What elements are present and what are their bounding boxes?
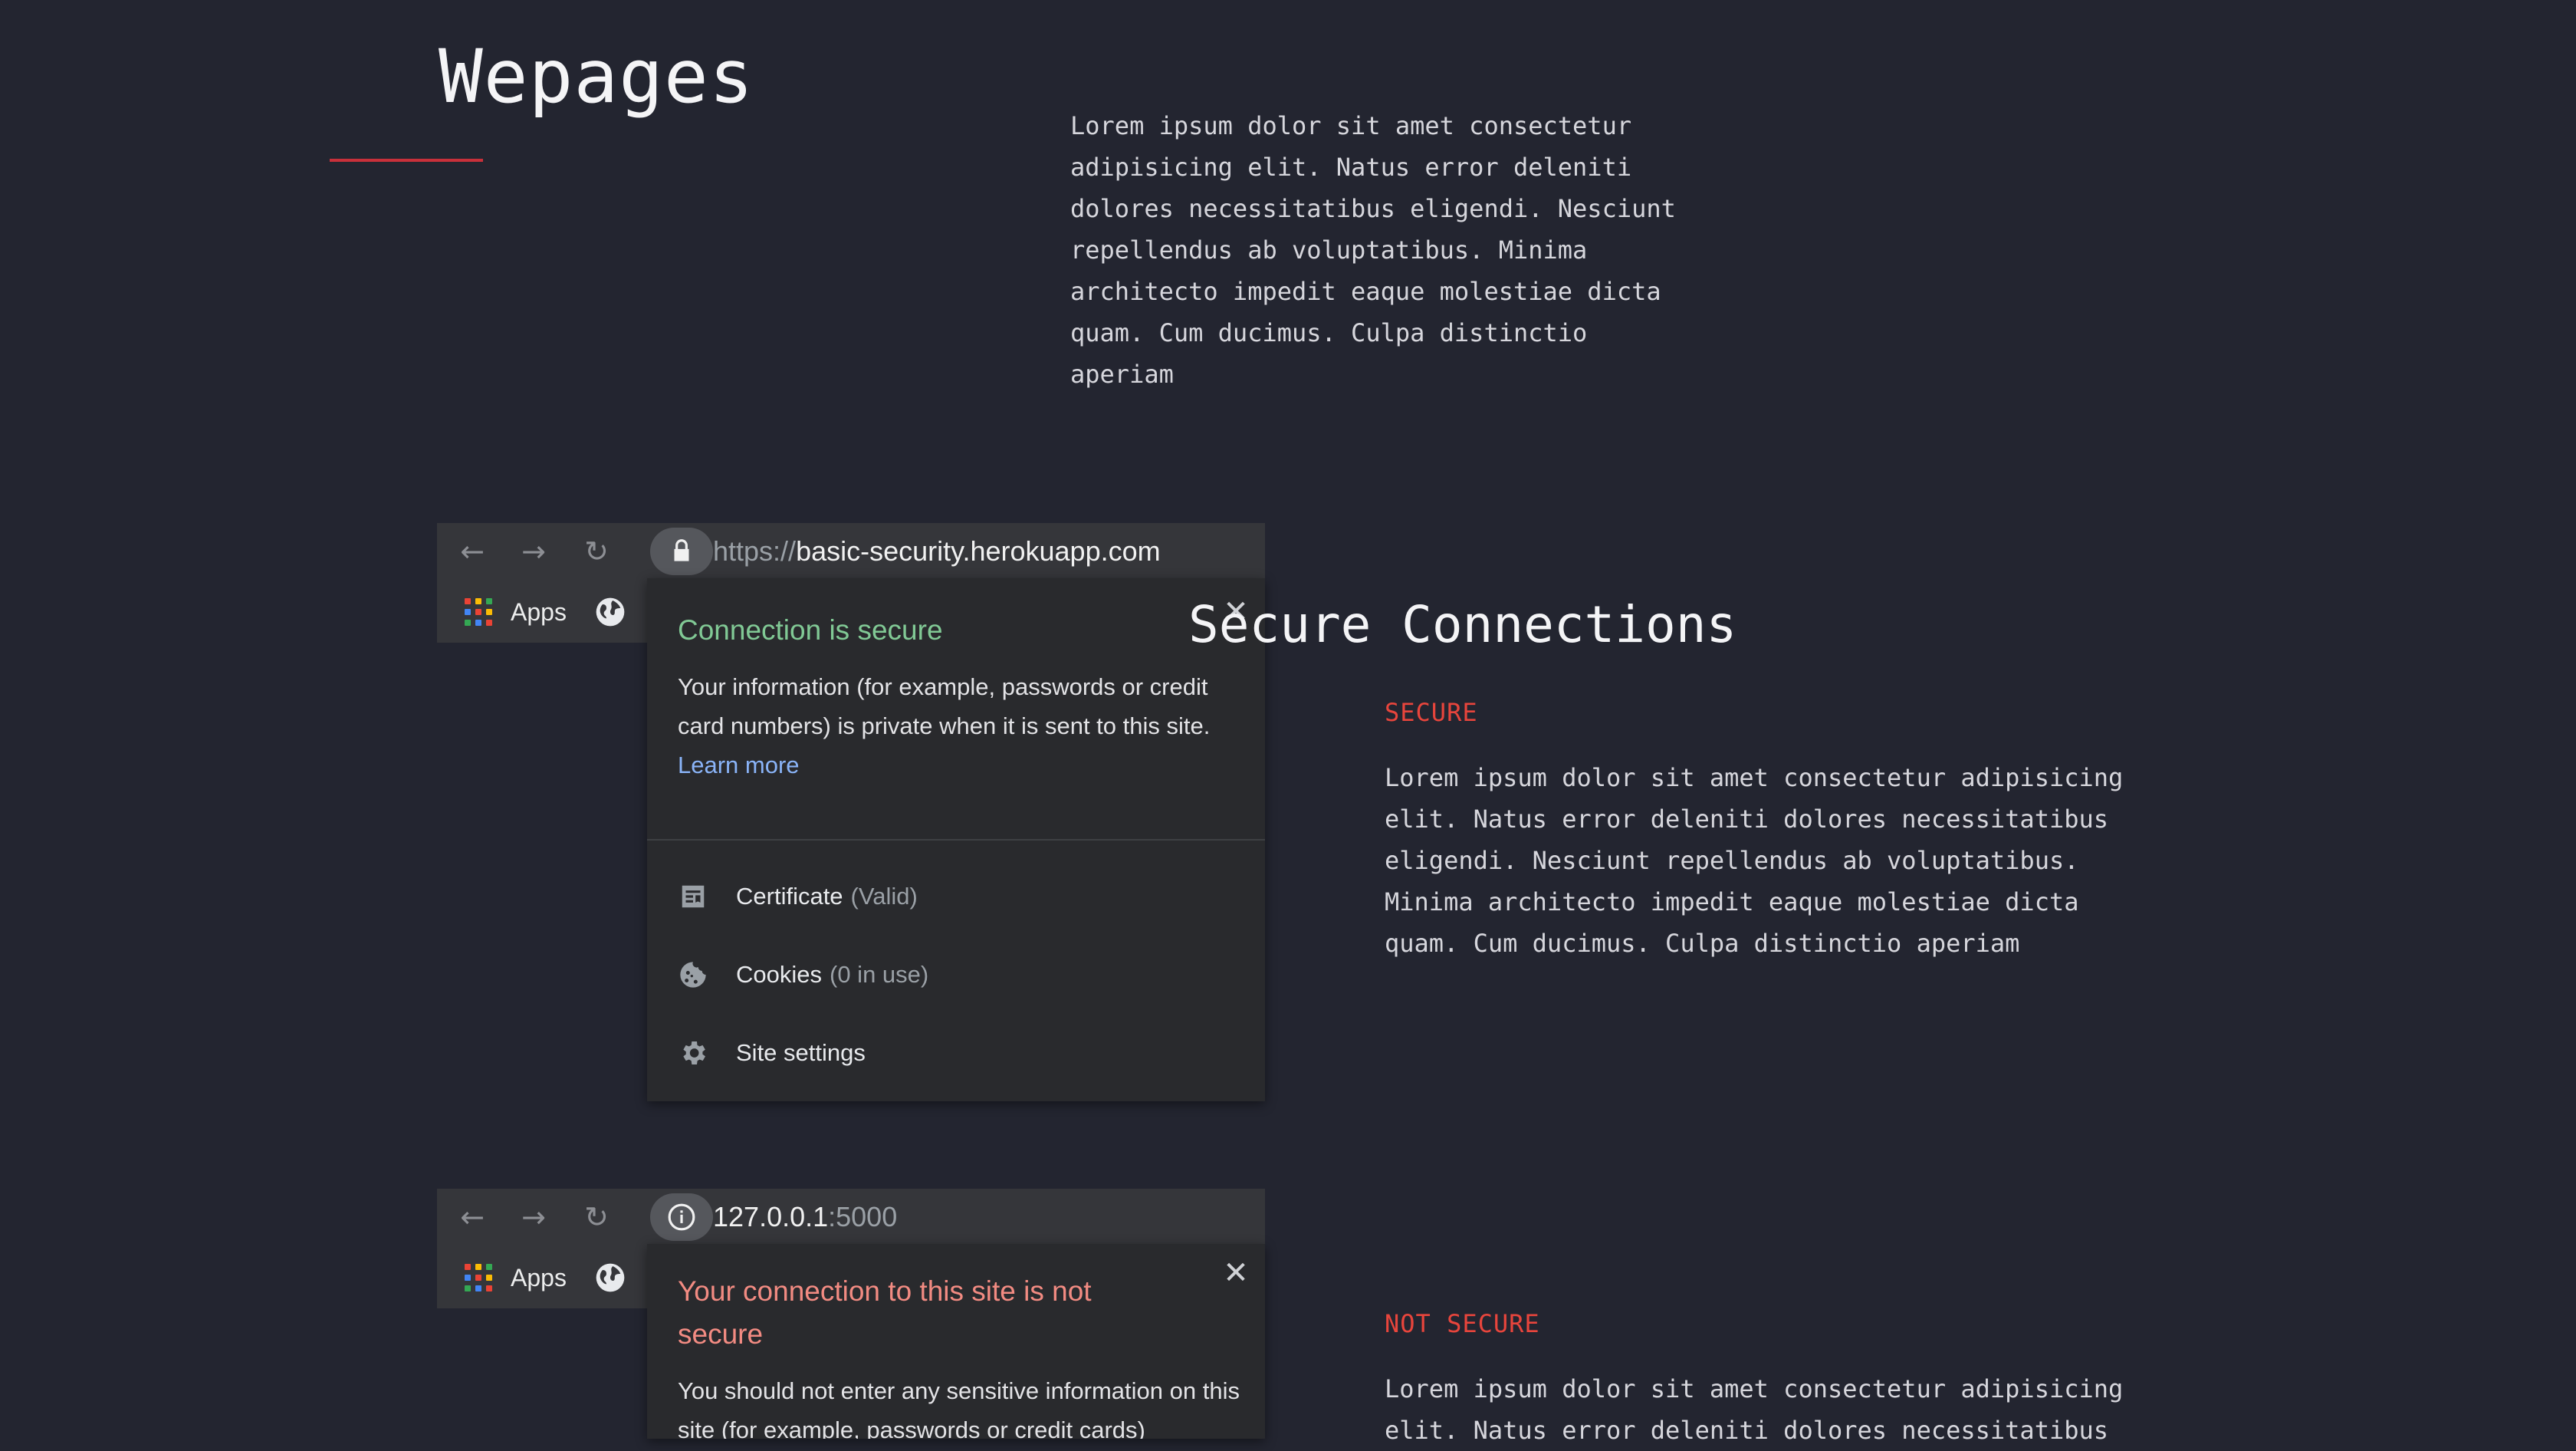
back-icon[interactable]: ← xyxy=(454,534,491,569)
certificate-label: Certificate xyxy=(736,883,843,910)
close-icon[interactable]: ✕ xyxy=(1221,1258,1251,1288)
bookmarks-bar: Apps xyxy=(437,1244,647,1308)
certificate-row[interactable]: Certificate (Valid) xyxy=(678,877,918,916)
lock-icon xyxy=(674,539,689,561)
apps-grid-icon[interactable] xyxy=(465,1264,492,1291)
cookies-detail: (0 in use) xyxy=(830,961,929,988)
secure-paragraph: Lorem ipsum dolor sit amet consectetur a… xyxy=(1385,763,2124,958)
gear-icon xyxy=(678,1038,708,1068)
popup-title: Connection is secure xyxy=(678,614,943,646)
apps-grid-icon[interactable] xyxy=(465,598,492,626)
connection-popup-secure: ✕ Connection is secure Your information … xyxy=(647,578,1265,1101)
secure-label: SECURE xyxy=(1385,698,1478,727)
cookies-label: Cookies xyxy=(736,961,822,988)
popup-body-text: Your information (for example, passwords… xyxy=(678,673,1211,739)
url-host: 127.0.0.1 xyxy=(713,1201,829,1232)
url-scheme: https:// xyxy=(713,535,797,567)
browser-chrome-secure: ← → ↻ https://basic-security.herokuapp.c… xyxy=(437,523,1265,1101)
connection-popup-insecure: ✕ Your connection to this site is not se… xyxy=(647,1244,1265,1439)
intro-paragraph: Lorem ipsum dolor sit amet consectetur a… xyxy=(1070,111,1676,389)
popup-body: Your information (for example, passwords… xyxy=(678,667,1245,785)
site-settings-label: Site settings xyxy=(736,1039,866,1066)
site-info-button[interactable] xyxy=(650,528,713,575)
forward-icon[interactable]: → xyxy=(515,534,552,569)
popup-body: You should not enter any sensitive infor… xyxy=(678,1377,1240,1439)
cookies-row[interactable]: Cookies (0 in use) xyxy=(678,956,928,994)
section-title: Secure Connections xyxy=(1188,595,1737,654)
cookie-icon xyxy=(678,959,708,990)
certificate-icon xyxy=(678,881,708,912)
reload-icon[interactable]: ↻ xyxy=(578,534,615,569)
title-underline xyxy=(330,159,483,162)
url-host: basic-security.herokuapp.com xyxy=(796,535,1161,567)
popup-title: Your connection to this site is not secu… xyxy=(678,1275,1092,1350)
back-icon[interactable]: ← xyxy=(454,1199,491,1235)
page-title: Wepages xyxy=(439,34,754,120)
globe-icon[interactable] xyxy=(595,597,626,627)
globe-icon[interactable] xyxy=(595,1262,626,1293)
info-icon xyxy=(668,1203,695,1231)
address-bar[interactable]: https://basic-security.herokuapp.com xyxy=(713,529,1161,574)
apps-bookmark[interactable]: Apps xyxy=(511,1256,567,1299)
address-bar[interactable]: 127.0.0.1:5000 xyxy=(713,1195,897,1239)
divider xyxy=(647,839,1265,841)
reload-icon[interactable]: ↻ xyxy=(578,1199,615,1235)
certificate-detail: (Valid) xyxy=(850,883,918,910)
apps-bookmark[interactable]: Apps xyxy=(511,591,567,633)
browser-chrome-insecure: ← → ↻ 127.0.0.1:5000 Apps ✕ Your connect… xyxy=(437,1189,1265,1439)
url-port: :5000 xyxy=(828,1201,898,1232)
forward-icon[interactable]: → xyxy=(515,1199,552,1235)
browser-toolbar: ← → ↻ https://basic-security.herokuapp.c… xyxy=(437,523,1265,578)
site-settings-row[interactable]: Site settings xyxy=(678,1034,866,1072)
browser-toolbar: ← → ↻ 127.0.0.1:5000 xyxy=(437,1189,1265,1244)
not-secure-label: NOT SECURE xyxy=(1385,1309,1540,1338)
site-info-button[interactable] xyxy=(650,1193,713,1241)
bookmarks-bar: Apps xyxy=(437,578,647,643)
learn-more-link[interactable]: Learn more xyxy=(678,752,800,778)
